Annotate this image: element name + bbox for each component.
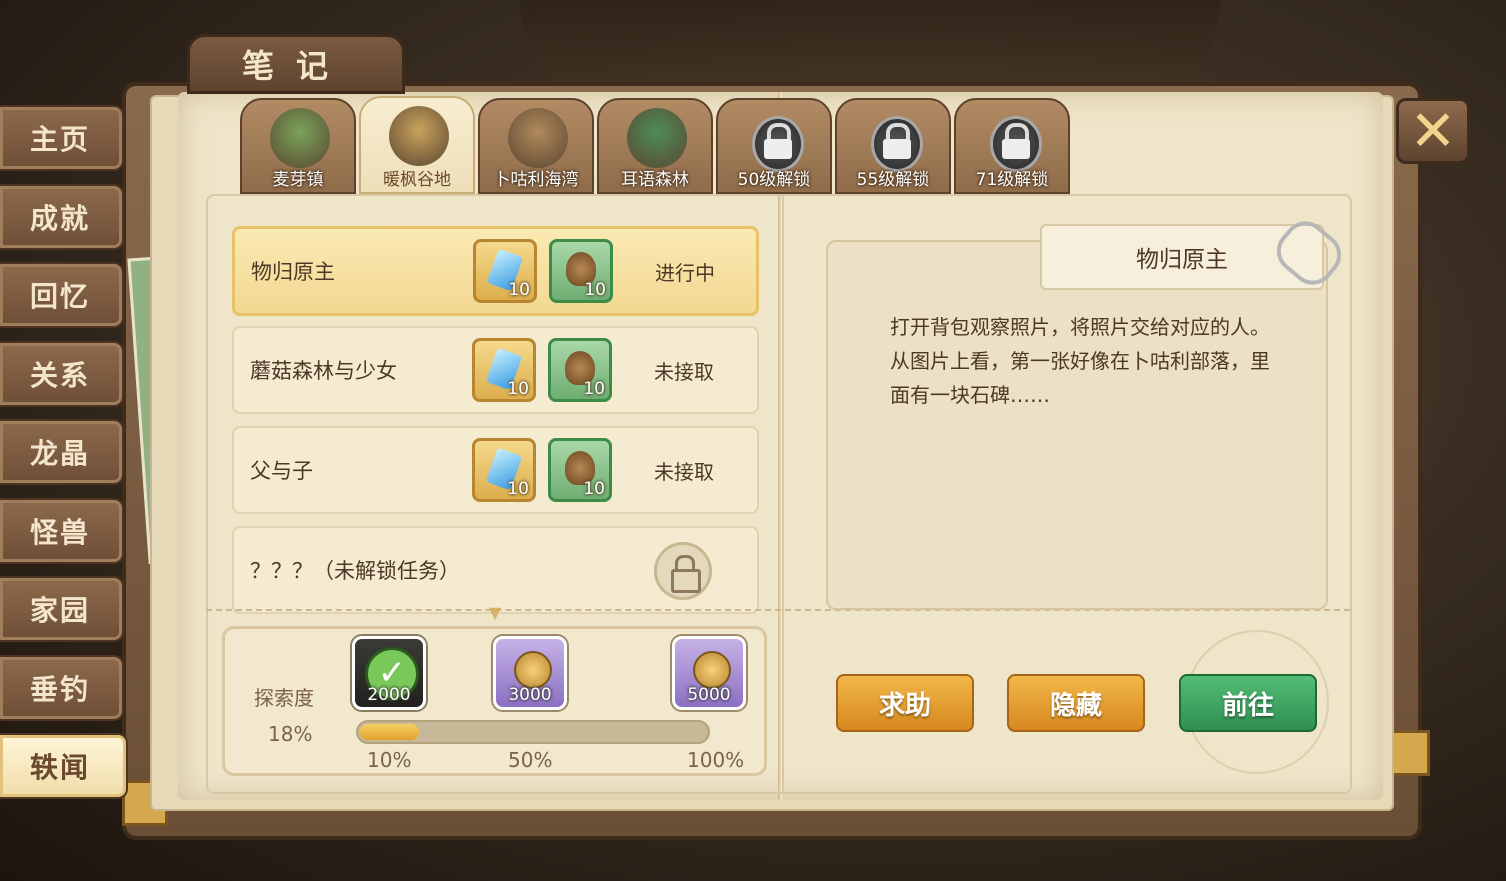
exploration-label: 探索度 [254, 686, 314, 710]
region-tab-label: 暖枫谷地 [383, 170, 451, 190]
quest-row[interactable]: 父与子 10 10 未接取 [232, 426, 759, 514]
lock-icon [871, 116, 923, 172]
side-tab[interactable]: 成就 [0, 183, 124, 250]
quest-description-line: 打开背包观察照片，将照片交给对应的人。 [890, 315, 1270, 339]
region-tab[interactable]: 50级解锁 [716, 98, 832, 194]
region-tab-label: 耳语森林 [621, 170, 689, 190]
milestone-label: 10% [367, 748, 412, 772]
coin-icon [693, 651, 731, 689]
region-tab-label: 卜咕利海湾 [493, 170, 579, 190]
reward-quantity: 10 [507, 379, 529, 399]
medal-reward[interactable]: 10 [549, 239, 613, 303]
side-tab[interactable]: 回忆 [0, 262, 124, 328]
reward-quantity: 10 [584, 280, 606, 300]
lock-icon [752, 116, 804, 172]
reward-quantity: 10 [508, 280, 530, 300]
milestone-reward[interactable]: ✓ 2000 [352, 636, 426, 710]
region-tab[interactable]: 55级解锁 [835, 98, 951, 194]
exploration-progress-bar [356, 720, 710, 744]
close-icon: ✕ [1409, 98, 1457, 164]
bay-icon [508, 108, 568, 168]
valley-icon [389, 106, 449, 166]
help-button[interactable]: 求助 [836, 674, 974, 732]
region-tab[interactable]: 麦芽镇 [240, 98, 356, 194]
crystal-reward[interactable]: 10 [472, 438, 536, 502]
quest-status: 未接取 [654, 359, 714, 384]
crystal-reward[interactable]: 10 [473, 239, 537, 303]
region-tab-label: 55级解锁 [856, 170, 930, 190]
quest-name: ？？？（未解锁任务） [250, 559, 460, 583]
milestone-label: 100% [687, 748, 745, 772]
town-icon [270, 108, 330, 168]
region-tab-label: 麦芽镇 [272, 170, 324, 190]
scroll-down-icon: ▼ [488, 603, 502, 622]
quest-row[interactable]: ？？？（未解锁任务） [232, 526, 759, 614]
milestone-reward[interactable]: 5000 [672, 636, 746, 710]
side-tab[interactable]: 轶闻 [0, 733, 128, 799]
exploration-percent: 18% [268, 722, 313, 746]
quest-row[interactable]: 蘑菇森林与少女 10 10 未接取 [232, 326, 759, 414]
notebook-title: 笔记 [187, 34, 405, 94]
lock-icon [990, 116, 1042, 172]
forest-icon [627, 108, 687, 168]
quest-status: 进行中 [655, 260, 715, 285]
exploration-progress-fill [360, 724, 419, 740]
medal-reward[interactable]: 10 [548, 338, 612, 402]
lock-icon [654, 542, 712, 600]
close-button[interactable]: ✕ [1396, 98, 1470, 164]
reward-quantity: 10 [507, 479, 529, 499]
region-tab[interactable]: 耳语森林 [597, 98, 713, 194]
hide-button[interactable]: 隐藏 [1007, 674, 1145, 732]
region-tab[interactable]: 71级解锁 [954, 98, 1070, 194]
quest-status: 未接取 [654, 459, 714, 484]
crystal-reward[interactable]: 10 [472, 338, 536, 402]
quest-detail-paper [826, 240, 1328, 610]
milestone-reward[interactable]: 3000 [493, 636, 567, 710]
coin-icon [514, 651, 552, 689]
go-button[interactable]: 前往 [1179, 674, 1317, 732]
reward-quantity: 10 [583, 479, 605, 499]
region-tab[interactable]: 暖枫谷地 [359, 96, 475, 194]
quest-row[interactable]: 物归原主 10 10 进行中 [232, 226, 759, 316]
region-tab[interactable]: 卜咕利海湾 [478, 98, 594, 194]
side-tab[interactable]: 怪兽 [0, 497, 124, 564]
side-tab[interactable]: 龙晶 [0, 419, 124, 485]
medal-reward[interactable]: 10 [548, 438, 612, 502]
quest-name: 父与子 [250, 459, 313, 483]
side-tab[interactable]: 垂钓 [0, 654, 124, 721]
milestone-reward-amount: 2000 [367, 685, 411, 705]
side-tab[interactable]: 主页 [0, 105, 124, 171]
milestone-reward-amount: 5000 [687, 685, 731, 705]
quest-name: 物归原主 [251, 260, 335, 284]
region-tab-label: 71级解锁 [975, 170, 1049, 190]
reward-quantity: 10 [583, 379, 605, 399]
quest-name: 蘑菇森林与少女 [250, 359, 397, 383]
quest-description-line: 从图片上看，第一张好像在卜咕利部落，里面有一块石碑…… [890, 349, 1270, 407]
milestone-reward-amount: 3000 [508, 685, 552, 705]
quest-description: 打开背包观察照片，将照片交给对应的人。 从图片上看，第一张好像在卜咕利部落，里面… [890, 310, 1270, 412]
region-tab-label: 50级解锁 [737, 170, 811, 190]
side-tab[interactable]: 关系 [0, 340, 124, 407]
milestone-label: 50% [508, 748, 553, 772]
side-tab[interactable]: 家园 [0, 576, 124, 642]
